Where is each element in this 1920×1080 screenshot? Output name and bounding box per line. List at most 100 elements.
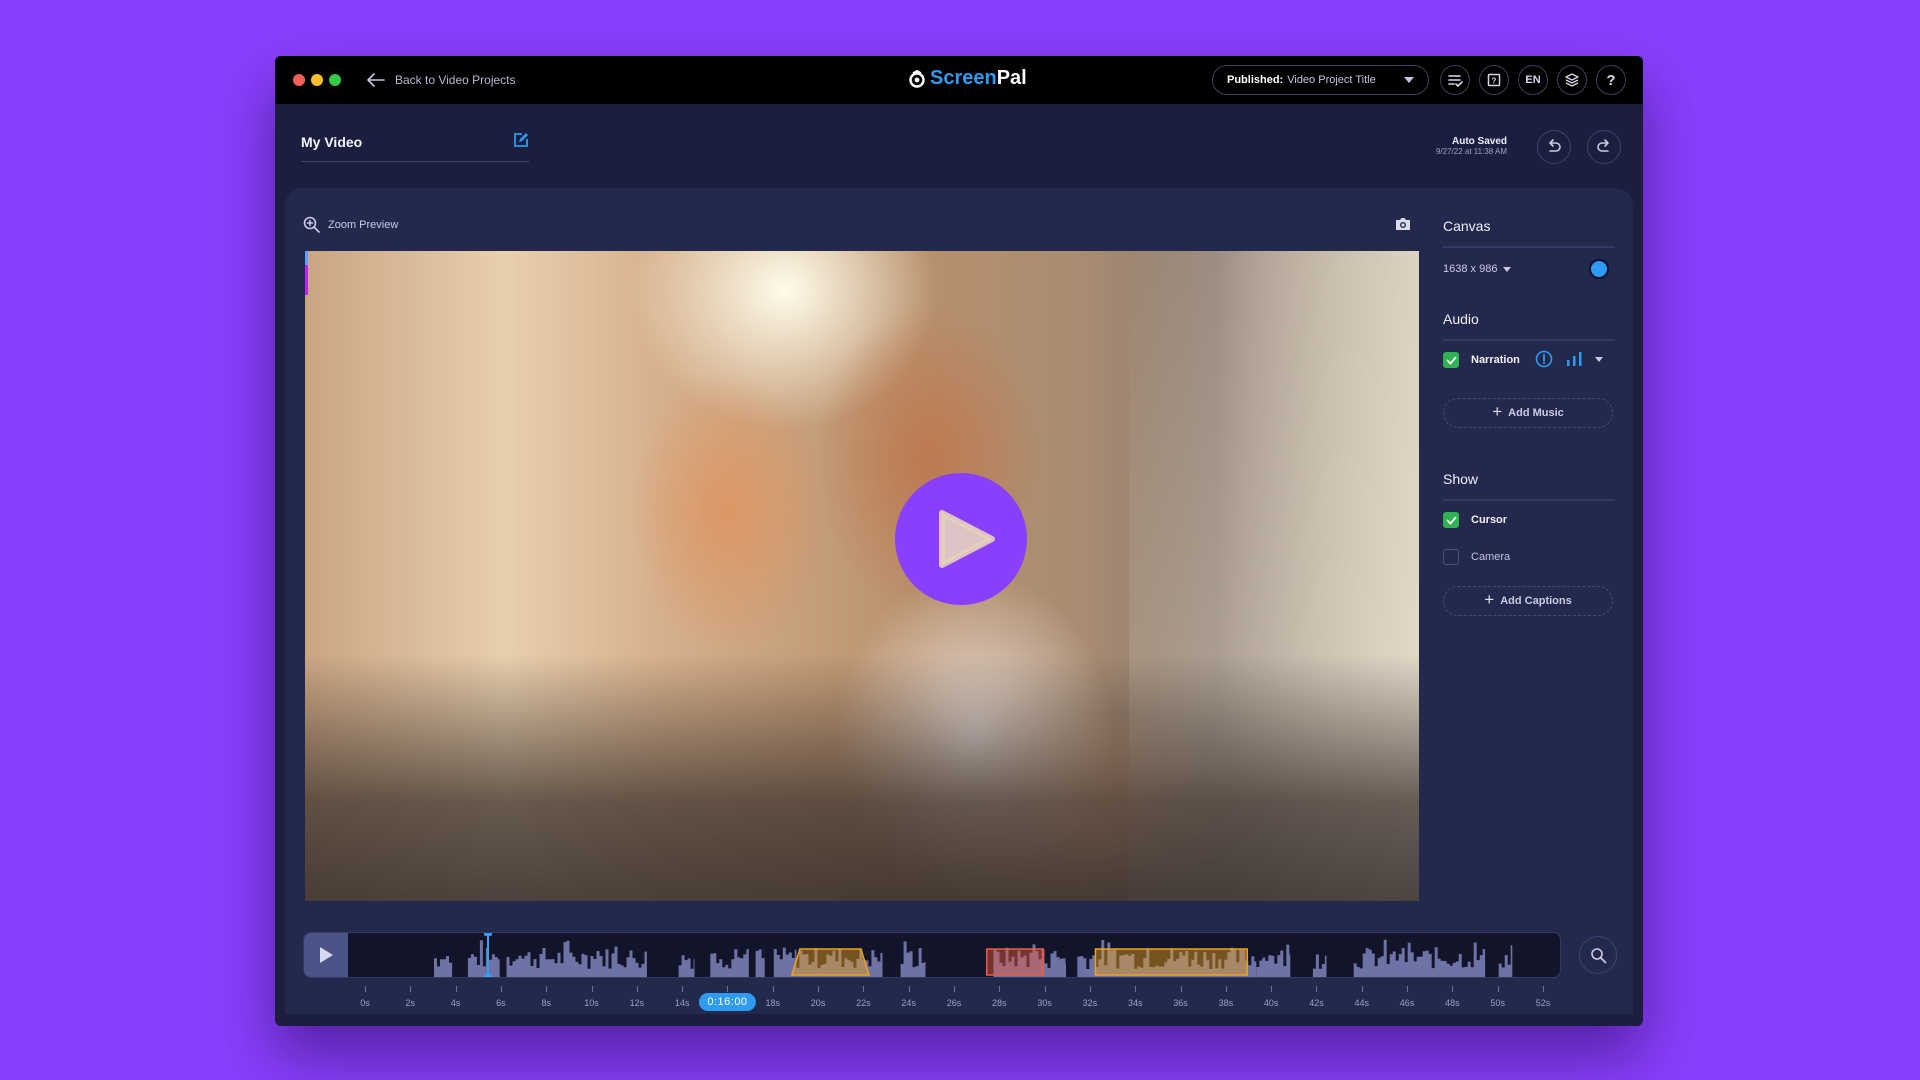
camera-checkbox[interactable] <box>1443 549 1459 565</box>
cursor-label: Cursor <box>1471 514 1508 526</box>
maximize-window-button[interactable] <box>329 74 341 86</box>
publish-status-dropdown[interactable]: Published: Video Project Title <box>1212 65 1429 95</box>
ruler-tick <box>727 986 729 992</box>
ruler-tick <box>999 986 1001 992</box>
add-captions-button[interactable]: + Add Captions <box>1443 586 1613 616</box>
caption-box-icon: ? <box>1487 73 1501 87</box>
caption-box-button[interactable]: ? <box>1479 65 1509 95</box>
ruler-tick-label: 28s <box>992 998 1007 1008</box>
zoom-segment[interactable] <box>790 948 870 976</box>
cut-segment[interactable] <box>985 948 1045 976</box>
camera-checkbox-row[interactable]: Camera <box>1443 549 1510 565</box>
zoom-in-icon <box>303 216 320 233</box>
zoom-preview-label: Zoom Preview <box>328 218 399 231</box>
canvas-size-dropdown[interactable]: 1638 x 986 <box>1443 263 1512 275</box>
zoom-segment[interactable] <box>1094 948 1248 976</box>
ruler-tick-label: 32s <box>1082 998 1098 1008</box>
cursor-marker <box>305 251 308 265</box>
audio-clip <box>1256 944 1291 977</box>
ruler-tick <box>1271 986 1273 992</box>
audio-clip <box>755 943 765 977</box>
ruler-tick-label: 12s <box>629 998 645 1008</box>
info-icon[interactable] <box>1535 350 1553 368</box>
ruler-tick-label: 44s <box>1354 998 1370 1008</box>
add-music-label: Add Music <box>1508 407 1564 419</box>
timeline-play-button[interactable] <box>304 933 348 977</box>
language-code: EN <box>1525 74 1541 86</box>
playhead-handle[interactable] <box>484 933 493 977</box>
audio-clip <box>678 955 695 977</box>
play-icon <box>320 947 333 963</box>
timeline-track[interactable] <box>303 932 1561 978</box>
canvas-color-picker[interactable] <box>1589 259 1609 279</box>
ruler-tick-label: 0s <box>360 998 370 1008</box>
camera-label: Camera <box>1471 551 1511 563</box>
chevron-down-icon <box>1404 77 1414 83</box>
minimize-window-button[interactable] <box>311 74 323 86</box>
camera-snapshot-icon[interactable] <box>1394 216 1412 232</box>
title-bar: Back to Video Projects Screen Pal Publish… <box>275 56 1643 104</box>
divider <box>1443 246 1615 248</box>
audio-heading: Audio <box>1443 311 1479 327</box>
ruler-tick <box>1316 986 1318 992</box>
narration-checkbox-row[interactable]: Narration <box>1443 352 1520 368</box>
edit-icon[interactable] <box>513 132 529 148</box>
properties-panel: Canvas 1638 x 986 Audio Narration + Add … <box>1443 188 1623 888</box>
audio-clip <box>1498 945 1513 977</box>
ruler-tick <box>908 986 910 992</box>
ruler-tick-label: 34s <box>1127 998 1143 1008</box>
audio-clip <box>1312 954 1327 977</box>
app-window: Back to Video Projects Screen Pal Publish… <box>275 56 1643 1026</box>
ruler-tick <box>1452 986 1454 992</box>
ruler-tick <box>863 986 865 992</box>
close-window-button[interactable] <box>293 74 305 86</box>
ruler-tick-label: 6s <box>496 998 506 1008</box>
ruler-tick-label: 24s <box>901 998 916 1008</box>
ruler-tick-label: 30s <box>1037 998 1052 1008</box>
audio-clip <box>1353 939 1486 977</box>
chevron-down-icon[interactable] <box>1595 356 1603 362</box>
autosave-status: Auto Saved 9/27/22 at 11:38 AM <box>1436 136 1507 156</box>
zoom-preview-button[interactable]: Zoom Preview <box>303 216 398 233</box>
narration-checkbox[interactable] <box>1443 352 1459 368</box>
ruler-tick <box>1543 986 1544 992</box>
logo-text-screen: Screen <box>930 67 997 89</box>
help-icon: ? <box>1606 71 1616 89</box>
undo-icon <box>1549 139 1561 152</box>
audio-waveform[interactable] <box>348 933 1561 977</box>
screenpal-logo: Screen Pal <box>908 67 1027 90</box>
ruler-tick-label: 42s <box>1309 998 1324 1008</box>
ruler-tick-label: 10s <box>584 998 599 1008</box>
audio-clip <box>900 941 926 977</box>
volume-level-icon[interactable] <box>1565 351 1583 367</box>
back-to-projects-link[interactable]: Back to Video Projects <box>367 69 516 91</box>
timeline-zoom-button[interactable] <box>1579 936 1617 974</box>
video-preview[interactable] <box>305 251 1419 901</box>
ruler-tick <box>1089 986 1091 992</box>
narration-label: Narration <box>1471 354 1520 366</box>
redo-button[interactable] <box>1587 130 1621 164</box>
checkmark-icon <box>1446 516 1456 524</box>
cursor-checkbox[interactable] <box>1443 512 1459 528</box>
language-button[interactable]: EN <box>1518 65 1548 95</box>
publish-status: Published: <box>1227 74 1284 86</box>
video-scene-street <box>305 654 1419 901</box>
audio-clip <box>710 949 749 977</box>
ruler-tick-label: 18s <box>765 998 781 1008</box>
checklist-button[interactable] <box>1440 65 1470 95</box>
ruler-tick-label: 52s <box>1535 998 1551 1008</box>
project-title-field[interactable]: My Video <box>301 132 529 162</box>
ruler-tick <box>818 986 820 992</box>
video-play-button[interactable] <box>895 473 1027 605</box>
logo-text-pal: Pal <box>996 67 1027 89</box>
cursor-checkbox-row[interactable]: Cursor <box>1443 512 1507 528</box>
editor-workspace: Zoom Preview Canvas 1638 x 986 Audio Nar… <box>285 188 1633 1014</box>
project-toolbar: My Video Auto Saved 9/27/22 at 11:38 AM <box>275 104 1643 192</box>
ruler-tick <box>410 986 412 992</box>
add-music-button[interactable]: + Add Music <box>1443 398 1613 428</box>
help-button[interactable]: ? <box>1596 65 1626 95</box>
undo-button[interactable] <box>1537 130 1571 164</box>
ruler-tick <box>1497 986 1499 992</box>
search-icon <box>1590 947 1606 963</box>
layers-button[interactable] <box>1557 65 1587 95</box>
